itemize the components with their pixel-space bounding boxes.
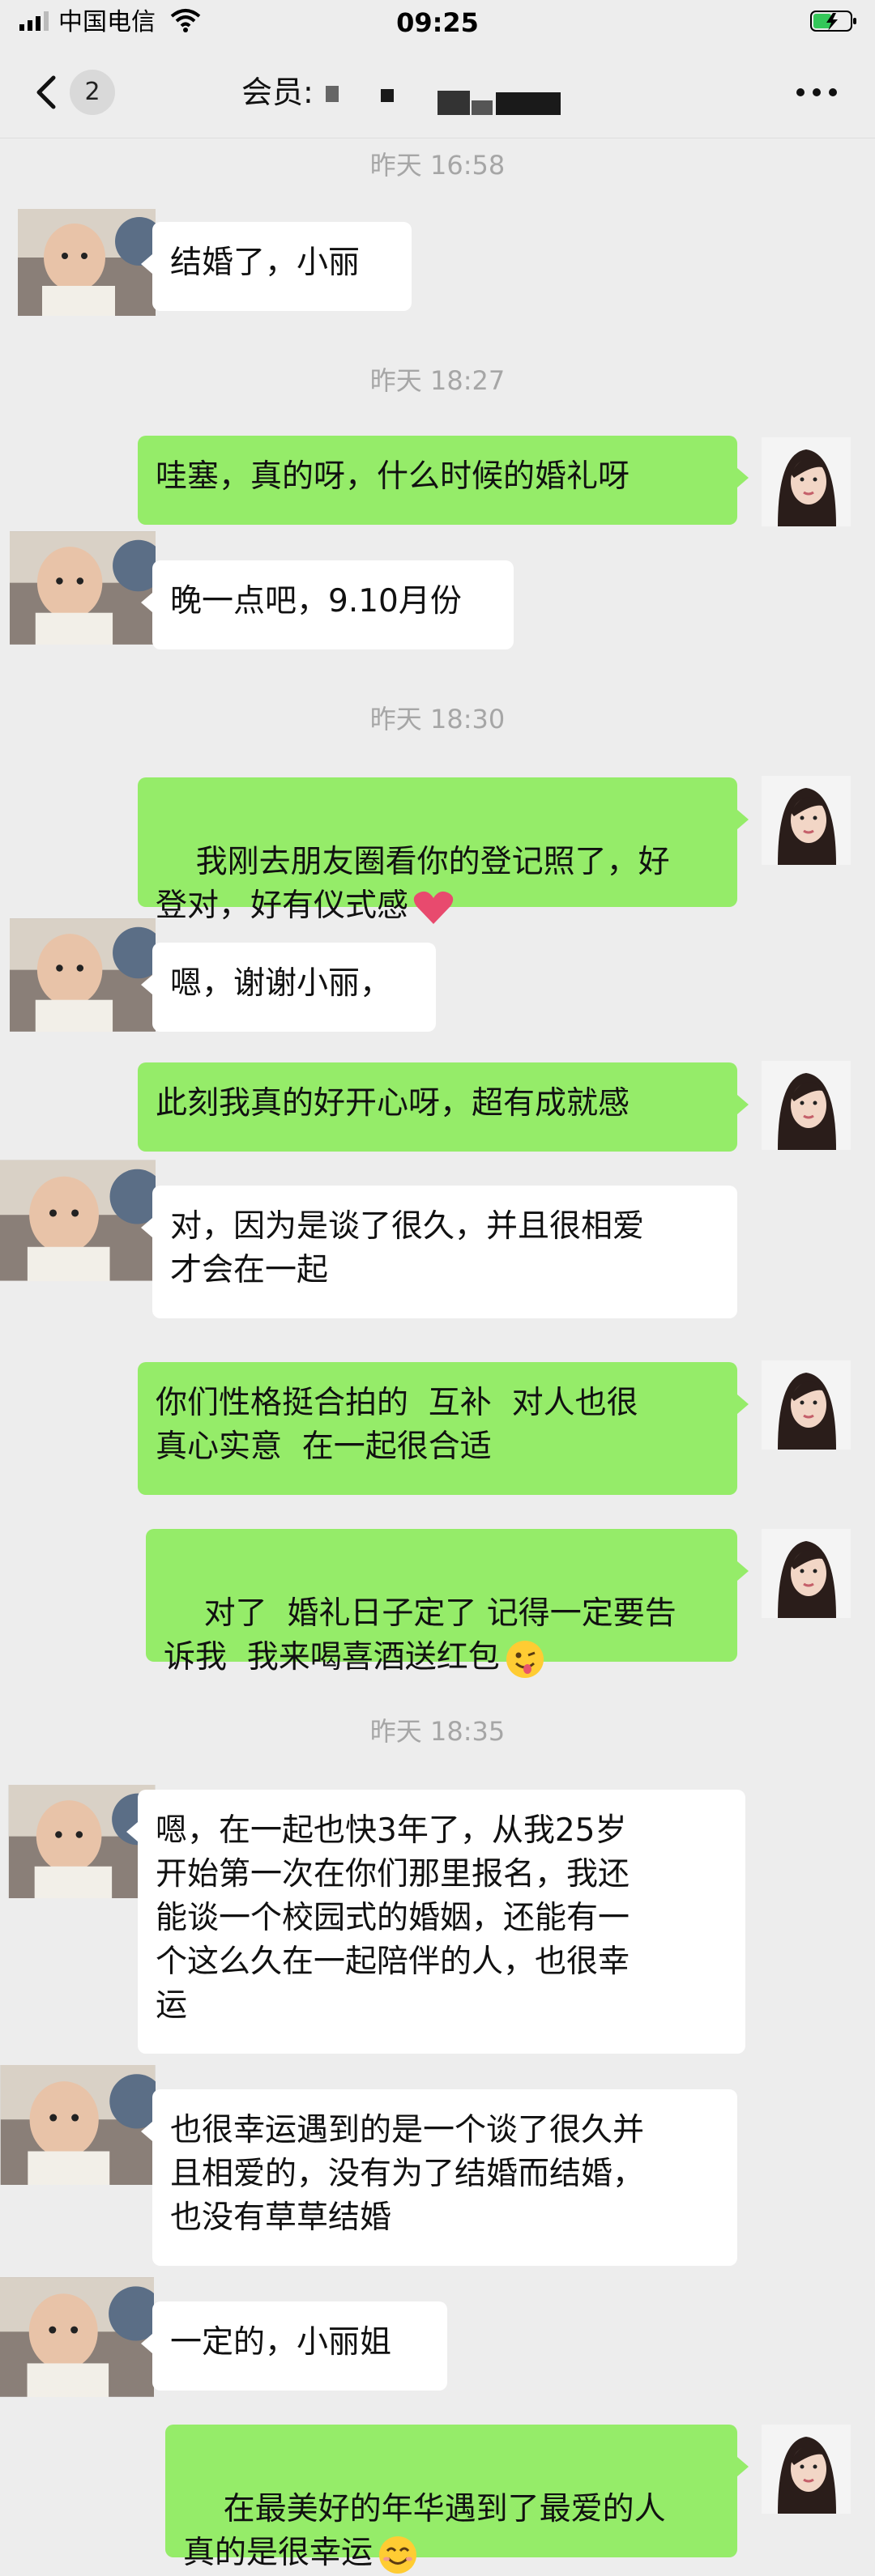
message-bubble-received[interactable]: 嗯，在一起也快3年了，从我25岁 开始第一次在你们那里报名，我还 能谈一个校园式… <box>126 1790 745 2054</box>
message-bubble-received[interactable]: 也很幸运遇到的是一个谈了很久并 且相爱的，没有为了结婚而结婚， 也没有草草结婚 <box>141 2089 737 2266</box>
message-bubble-sent[interactable]: 此刻我真的好开心呀，超有成就感 <box>138 1062 749 1152</box>
user-avatar[interactable] <box>762 437 851 526</box>
redacted-name-block <box>326 86 339 102</box>
message-bubble-received[interactable]: 结婚了，小丽 <box>141 222 412 311</box>
redacted-name-block <box>472 100 493 115</box>
timestamp: 昨天 18:27 <box>369 365 506 396</box>
chat-title[interactable]: 会员: <box>241 70 314 115</box>
user-avatar[interactable] <box>762 2425 851 2514</box>
timestamp: 昨天 16:58 <box>369 150 506 181</box>
wink-tongue-emoji-icon <box>506 1640 544 1678</box>
contact-avatar[interactable] <box>8 1785 156 1898</box>
contact-avatar[interactable] <box>10 531 156 645</box>
redacted-name-block <box>438 91 470 115</box>
user-avatar[interactable] <box>762 1360 851 1450</box>
contact-avatar[interactable] <box>10 918 156 1032</box>
battery-charging-icon <box>810 11 856 32</box>
message-bubble-sent[interactable]: 对了 婚礼日子定了 记得一定要告 诉我 我来喝喜酒送红包 <box>146 1529 749 1678</box>
message-bubble-sent[interactable]: 你们性格挺合拍的 互补 对人也很 真心实意 在一起很合适 <box>138 1362 749 1495</box>
heart-emoji-icon <box>413 891 454 924</box>
user-avatar[interactable] <box>762 1529 851 1618</box>
user-avatar[interactable] <box>762 776 851 865</box>
message-bubble-sent[interactable]: 在最美好的年华遇到了最爱的人 真的是很幸运 <box>165 2425 749 2574</box>
message-bubble-received[interactable]: 嗯，谢谢小丽， <box>141 943 436 1032</box>
contact-avatar[interactable] <box>0 2065 156 2185</box>
redacted-name-block <box>496 92 561 115</box>
message-bubble-sent[interactable]: 哇塞，真的呀，什么时候的婚礼呀 <box>138 436 749 525</box>
message-text: 在最美好的年华遇到了最爱的人 真的是很幸运 <box>183 2491 666 2571</box>
message-text: 对了 婚礼日子定了 记得一定要告 诉我 我来喝喜酒送红包 <box>164 1595 677 1675</box>
redacted-name-block <box>381 89 394 102</box>
user-avatar[interactable] <box>762 1061 851 1150</box>
unread-count-badge[interactable]: 2 <box>70 70 115 115</box>
message-bubble-received[interactable]: 一定的，小丽姐 <box>141 2301 447 2391</box>
contact-avatar[interactable] <box>0 2277 154 2397</box>
chat-header: 2 会员: <box>0 47 875 138</box>
contact-avatar[interactable] <box>18 209 156 316</box>
more-options-icon[interactable] <box>792 76 841 109</box>
message-bubble-received[interactable]: 晚一点吧，9.10月份 <box>141 560 514 649</box>
message-bubble-sent[interactable]: 我刚去朋友圈看你的登记照了，好 登对，好有仪式感 <box>138 777 749 924</box>
status-bar: 中国电信 09:25 <box>0 0 875 47</box>
message-bubble-received[interactable]: 对，因为是谈了很久，并且很相爱 才会在一起 <box>141 1186 737 1318</box>
chat-screen: 中国电信 09:25 2 会员: 昨天 16:58 昨天 18:27 昨天 18… <box>0 0 875 2576</box>
timestamp: 昨天 18:30 <box>369 704 506 734</box>
contact-avatar[interactable] <box>0 1160 156 1281</box>
back-chevron-icon[interactable] <box>24 68 73 117</box>
timestamp: 昨天 18:35 <box>369 1716 506 1747</box>
status-time: 09:25 <box>396 7 479 38</box>
smile-emoji-icon <box>379 2536 417 2574</box>
